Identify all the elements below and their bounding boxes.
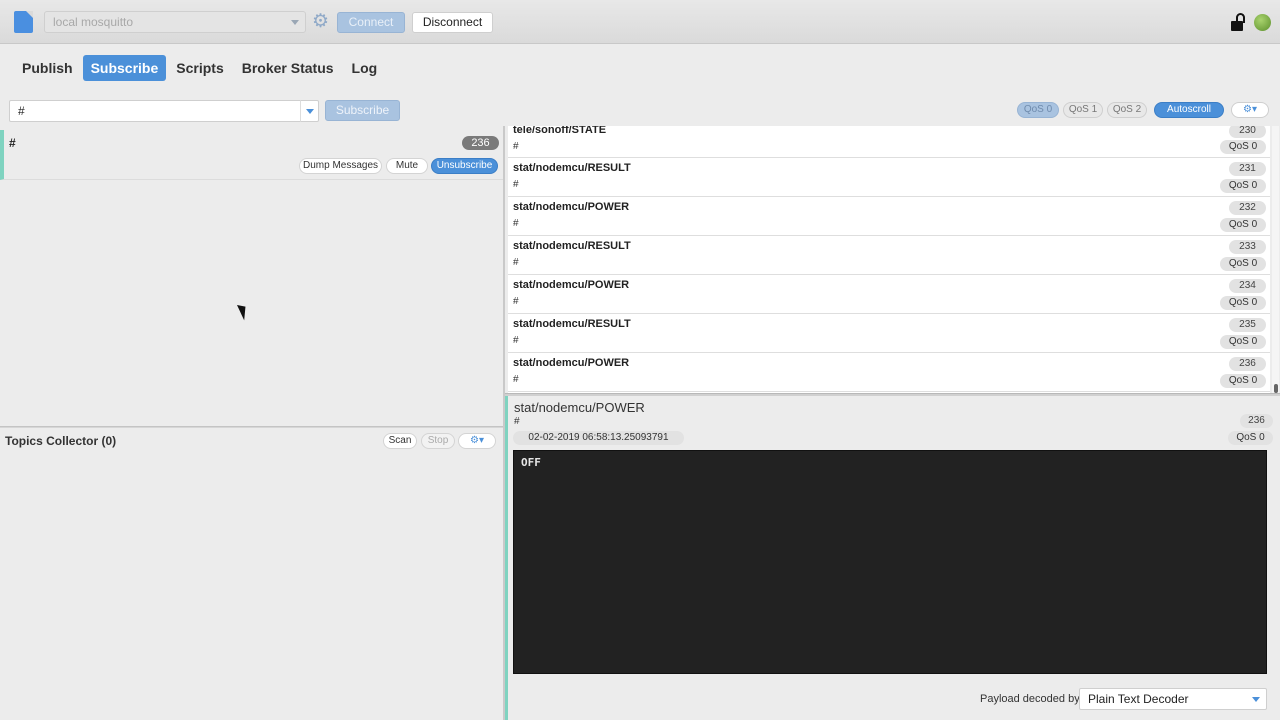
dump-messages-button[interactable]: Dump Messages (299, 158, 382, 174)
tab-broker-status[interactable]: Broker Status (234, 55, 342, 81)
tab-subscribe[interactable]: Subscribe (82, 55, 167, 81)
status-dot-icon (1254, 14, 1271, 31)
message-subscription: # (513, 296, 519, 307)
payload-text: OFF (521, 456, 541, 469)
tab-publish[interactable]: Publish (14, 55, 81, 81)
topic-history-dropdown[interactable] (300, 100, 319, 122)
message-subscription: # (513, 335, 519, 346)
message-topic: stat/nodemcu/POWER (513, 357, 630, 369)
mouse-cursor-icon (237, 302, 251, 321)
message-settings-dropdown[interactable]: ⚙▾ (1231, 102, 1269, 118)
message-topic: stat/nodemcu/POWER (513, 201, 630, 213)
topics-collector-title: Topics Collector (0) (5, 434, 117, 448)
subscription-topic: # (9, 136, 16, 150)
list-item[interactable]: stat/nodemcu/RESULT # 235 QoS 0 (508, 314, 1270, 353)
decoder-select[interactable]: Plain Text Decoder (1079, 688, 1267, 710)
message-qos: QoS 0 (1220, 257, 1266, 271)
message-qos: QoS 0 (1220, 374, 1266, 388)
message-qos: QoS 0 (1220, 140, 1266, 154)
message-number: 232 (1229, 201, 1266, 215)
scan-button[interactable]: Scan (383, 433, 417, 449)
message-number: 236 (1229, 357, 1266, 371)
horizontal-splitter[interactable] (505, 393, 1280, 396)
detail-subscription: # (514, 416, 520, 427)
chevron-down-icon (291, 20, 299, 25)
connection-profile-value: local mosquitto (53, 15, 134, 29)
list-item[interactable]: stat/nodemcu/RESULT # 231 QoS 0 (508, 158, 1270, 197)
detail-topic: stat/nodemcu/POWER (514, 400, 645, 415)
message-topic: stat/nodemcu/RESULT (513, 318, 631, 330)
stop-button[interactable]: Stop (421, 433, 455, 449)
tab-log[interactable]: Log (344, 55, 386, 81)
message-topic: stat/nodemcu/RESULT (513, 162, 631, 174)
autoscroll-toggle[interactable]: Autoscroll (1154, 102, 1224, 118)
message-list-scrollbar[interactable] (1272, 126, 1279, 394)
chevron-down-icon (1252, 697, 1260, 702)
detail-accent-bar (505, 395, 508, 720)
subscribe-button[interactable]: Subscribe (325, 100, 400, 121)
disconnect-button[interactable]: Disconnect (412, 12, 493, 33)
message-qos: QoS 0 (1220, 296, 1266, 310)
message-subscription: # (513, 257, 519, 268)
main-tabs: Publish Subscribe Scripts Broker Status … (14, 55, 387, 81)
decoder-label: Payload decoded by (980, 693, 1080, 705)
list-item[interactable]: stat/nodemcu/RESULT # 233 QoS 0 (508, 236, 1270, 275)
subscription-message-count: 236 (462, 136, 499, 150)
message-qos: QoS 0 (1220, 179, 1266, 193)
qos-0-button[interactable]: QoS 0 (1017, 102, 1059, 118)
connect-button[interactable]: Connect (337, 12, 405, 33)
message-number: 230 (1229, 126, 1266, 138)
qos-1-button[interactable]: QoS 1 (1063, 102, 1103, 118)
lock-icon[interactable] (1231, 13, 1246, 31)
tab-scripts[interactable]: Scripts (168, 55, 231, 81)
connection-profile-select[interactable]: local mosquitto (44, 11, 306, 33)
message-number: 235 (1229, 318, 1266, 332)
mute-button[interactable]: Mute (386, 158, 428, 174)
top-toolbar: local mosquitto ⚙ Connect Disconnect (0, 0, 1280, 44)
file-icon[interactable] (14, 11, 33, 33)
detail-qos: QoS 0 (1228, 431, 1273, 445)
detail-timestamp: 02-02-2019 06:58:13.25093791 (513, 431, 684, 445)
unsubscribe-button[interactable]: Unsubscribe (431, 158, 498, 174)
message-subscription: # (513, 218, 519, 229)
collector-settings-dropdown[interactable]: ⚙▾ (458, 433, 496, 449)
message-number: 234 (1229, 279, 1266, 293)
list-item[interactable]: tele/sonoff/STATE # 230 QoS 0 (508, 126, 1270, 158)
list-item[interactable]: stat/nodemcu/POWER # 232 QoS 0 (508, 197, 1270, 236)
decoder-value: Plain Text Decoder (1088, 692, 1189, 706)
gear-icon: ⚙▾ (470, 435, 484, 446)
subscribe-topic-input[interactable]: # (9, 100, 301, 122)
list-item[interactable]: stat/nodemcu/POWER # 234 QoS 0 (508, 275, 1270, 314)
subscription-item[interactable]: # 236 Dump Messages Mute Unsubscribe (0, 130, 503, 180)
message-topic: stat/nodemcu/POWER (513, 279, 630, 291)
left-panel-splitter[interactable] (0, 426, 503, 428)
qos-2-button[interactable]: QoS 2 (1107, 102, 1147, 118)
detail-message-number: 236 (1240, 414, 1273, 428)
message-subscription: # (513, 141, 519, 152)
message-subscription: # (513, 374, 519, 385)
message-topic: stat/nodemcu/RESULT (513, 240, 631, 252)
message-number: 231 (1229, 162, 1266, 176)
message-number: 233 (1229, 240, 1266, 254)
message-list[interactable]: tele/sonoff/STATE # 230 QoS 0 stat/nodem… (508, 126, 1270, 394)
gear-icon[interactable]: ⚙ (312, 12, 329, 31)
payload-viewer[interactable]: OFF (513, 450, 1267, 674)
message-topic: tele/sonoff/STATE (513, 126, 607, 136)
message-qos: QoS 0 (1220, 218, 1266, 232)
message-qos: QoS 0 (1220, 335, 1266, 349)
message-subscription: # (513, 179, 519, 190)
scrollbar-thumb[interactable] (1274, 384, 1278, 393)
gear-icon: ⚙▾ (1243, 104, 1257, 115)
list-item[interactable]: stat/nodemcu/POWER # 236 QoS 0 (508, 353, 1270, 392)
